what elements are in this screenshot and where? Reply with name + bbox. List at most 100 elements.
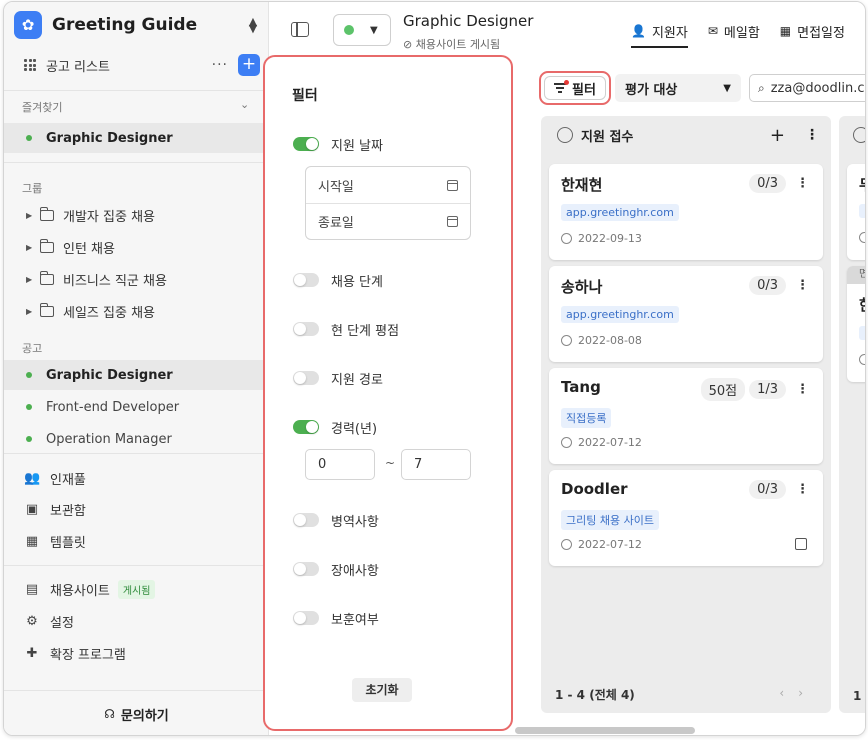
menu-label: 확장 프로그램 <box>50 647 126 663</box>
experience-min-input[interactable]: 0 <box>305 449 375 480</box>
more-vertical-icon[interactable]: ⋮ <box>796 278 809 293</box>
column-footer: 1 - 4 (전체 4) ‹› <box>555 686 817 703</box>
smiley-icon <box>853 127 865 143</box>
group-item[interactable]: ▶ 비즈니스 직군 채용 <box>26 267 167 291</box>
menu-templates[interactable]: ▦ 템플릿 <box>24 529 86 553</box>
pagination-arrows[interactable]: ‹› <box>779 686 817 703</box>
chevron-down-icon[interactable]: ⌄ <box>240 98 249 111</box>
reset-button[interactable]: 초기화 <box>352 678 412 702</box>
applied-date: 2022-09-13 <box>561 232 642 245</box>
help-button[interactable]: ☊ 문의하기 <box>4 690 269 735</box>
horizontal-scrollbar[interactable] <box>515 727 695 734</box>
more-vertical-icon[interactable]: ⋮ <box>796 482 809 497</box>
card-banner: 면 <box>847 266 865 284</box>
sidebar: ✿ Greeting Guide ▲ ▼ 공고 리스트 ··· + 즐겨찾기 ⌄ … <box>4 2 269 735</box>
applicant-card[interactable]: Tang 50점 1/3 ⋮ 직접등록 2022-07-12 <box>549 368 823 464</box>
clock-icon <box>561 437 572 448</box>
military-toggle[interactable] <box>293 513 319 527</box>
add-applicant-button[interactable]: + <box>770 125 785 146</box>
menu-archive[interactable]: ▣ 보관함 <box>24 497 86 521</box>
search-input[interactable]: ⌕ zza@doodlin.co <box>749 74 866 102</box>
menu-settings[interactable]: ⚙ 설정 <box>24 609 74 633</box>
calendar-icon <box>447 179 458 191</box>
chevron-down-icon: ▼ <box>723 82 731 94</box>
tab-bar: 👤 지원자 ✉ 메일함 ▦ 면접일정 <box>631 2 865 60</box>
evaluation-count: 0/3 <box>749 276 786 295</box>
applicant-card[interactable]: 송하나 0/3 ⋮ app.greetinghr.com 2022-08-08 <box>549 266 823 362</box>
evaluation-select[interactable]: 평가 대상 ▼ <box>615 74 741 102</box>
group-item[interactable]: ▶ 세일즈 집중 채용 <box>26 299 155 323</box>
job-list-row[interactable]: 공고 리스트 ··· + <box>24 52 260 78</box>
filter-button[interactable]: 필터 <box>539 71 611 105</box>
divider <box>4 453 269 454</box>
status-dot <box>344 25 354 35</box>
kanban-column: 지원 접수 + ⋮ 한재현 0/3 ⋮ app.greetinghr.com 2… <box>541 116 831 713</box>
gear-icon: ⚙ <box>26 613 38 629</box>
menu-label: 템플릿 <box>50 535 86 551</box>
tab-label: 지원자 <box>651 25 688 41</box>
veteran-toggle[interactable] <box>293 611 319 625</box>
tab-mailbox[interactable]: ✉ 메일함 <box>708 2 760 60</box>
group-item[interactable]: ▶ 인턴 채용 <box>26 235 115 259</box>
applicant-card[interactable]: Doodler 0/3 ⋮ 그리팅 채용 사이트 2022-07-12 <box>549 470 823 566</box>
apply-date-toggle[interactable] <box>293 137 319 151</box>
job-status-select[interactable]: ▼ <box>333 14 391 46</box>
panel-toggle-icon[interactable] <box>291 22 309 37</box>
filter-panel: 필터 지원 날짜 시작일 종료일 채용 단계 현 단계 평점 지원 경로 경력(… <box>263 55 513 731</box>
source-label: 지원 경로 <box>331 373 383 388</box>
caret-right-icon: ▶ <box>26 306 33 316</box>
experience-max-input[interactable]: 7 <box>401 449 471 480</box>
experience-toggle[interactable] <box>293 420 319 434</box>
stage-rating-toggle[interactable] <box>293 322 319 336</box>
more-vertical-icon[interactable]: ⋮ <box>796 176 809 191</box>
card-meta: 0/3 ⋮ <box>745 276 809 295</box>
inbox-icon: ▣ <box>25 501 39 517</box>
favorite-item[interactable]: Graphic Designer <box>4 123 269 153</box>
job-item[interactable]: Operation Manager <box>4 424 269 454</box>
stage-label: 채용 단계 <box>331 275 383 290</box>
end-date-input[interactable]: 종료일 <box>306 203 470 239</box>
filter-title: 필터 <box>292 88 318 104</box>
status-dot <box>26 372 32 378</box>
job-status-label: 채용사이트 게시됨 <box>415 38 501 51</box>
filter-icon <box>554 80 570 93</box>
source-tag: app.greetinghr.com <box>561 204 679 221</box>
help-label: 문의하기 <box>120 708 169 724</box>
menu-extensions[interactable]: ✚ 확장 프로그램 <box>24 641 126 665</box>
more-vertical-icon[interactable]: ⋮ <box>805 127 819 143</box>
folder-icon <box>39 238 54 253</box>
more-vertical-icon[interactable]: ⋮ <box>796 382 809 397</box>
kanban-board: 필터 평가 대상 ▼ ⌕ zza@doodlin.co 지원 접수 + ⋮ 한재… <box>517 60 866 735</box>
clock-icon <box>561 233 572 244</box>
applicant-name: 두 <box>859 174 865 195</box>
applicant-card[interactable]: 두 <box>847 164 865 260</box>
more-icon[interactable]: ··· <box>212 57 228 73</box>
grid-icon <box>24 59 36 71</box>
menu-career-site[interactable]: ▤ 채용사이트 게시됨 <box>24 577 156 601</box>
menu-label: 보관함 <box>50 503 86 519</box>
mail-icon: ✉ <box>707 24 718 38</box>
applicant-name: Tang <box>561 378 601 396</box>
job-item[interactable]: Front-end Developer <box>4 392 269 422</box>
source-toggle[interactable] <box>293 371 319 385</box>
job-item[interactable]: Graphic Designer <box>4 360 269 390</box>
applicant-card[interactable]: 한재현 0/3 ⋮ app.greetinghr.com 2022-09-13 <box>549 164 823 260</box>
puzzle-icon: ✚ <box>26 645 38 661</box>
group-item-label: 개발자 집중 채용 <box>63 209 155 225</box>
group-item[interactable]: ▶ 개발자 집중 채용 <box>26 203 155 227</box>
add-job-button[interactable]: + <box>238 54 260 76</box>
clock-icon <box>561 335 572 346</box>
stage-toggle[interactable] <box>293 273 319 287</box>
start-date-input[interactable]: 시작일 <box>306 167 470 203</box>
disability-toggle[interactable] <box>293 562 319 576</box>
applicant-name: 송하나 <box>561 278 603 296</box>
search-value: zza@doodlin.co <box>770 80 866 96</box>
menu-talent-pool[interactable]: 👥 인재풀 <box>24 466 86 490</box>
tab-applicants[interactable]: 👤 지원자 <box>631 2 688 60</box>
workspace-switcher[interactable]: ✿ Greeting Guide ▲ ▼ <box>14 10 259 40</box>
tab-interviews[interactable]: ▦ 면접일정 <box>780 2 845 60</box>
applicant-card[interactable]: 면 한 <box>847 266 865 382</box>
applied-date: 2022-07-12 <box>561 538 642 551</box>
veteran-label: 보훈여부 <box>331 613 379 628</box>
card-meta: 50점 1/3 ⋮ <box>697 378 809 401</box>
